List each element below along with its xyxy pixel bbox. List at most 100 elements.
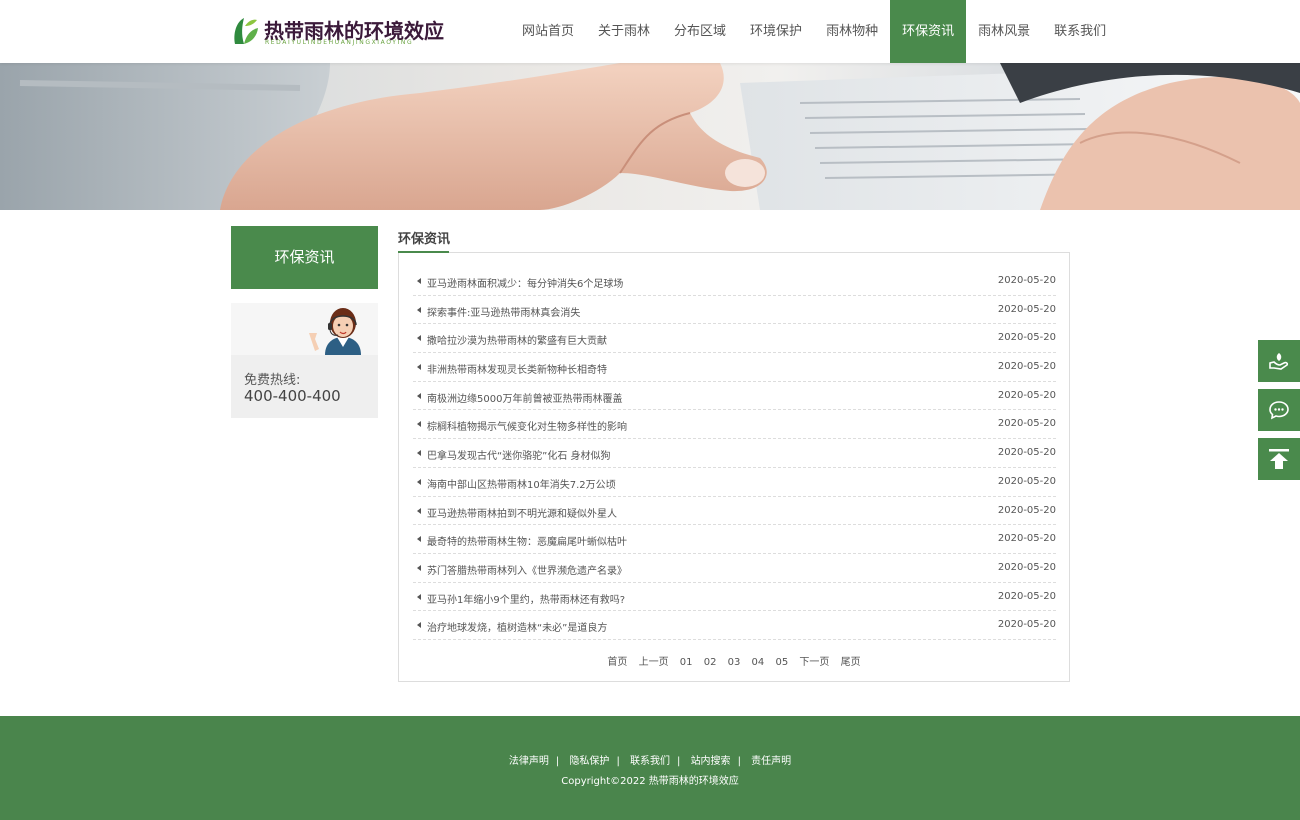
triangle-left-icon — [417, 421, 421, 428]
list-item[interactable]: 海南中部山区热带雨林10年消失7.2万公顷 2020-05-20 — [413, 468, 1056, 497]
news-date: 2020-05-20 — [997, 275, 1056, 286]
logo-subtitle: REDAIYULINDEHUANJINGXIAOYING — [265, 39, 414, 46]
nav-item-distribution[interactable]: 分布区域 — [662, 0, 738, 63]
banner-hand-image — [0, 63, 1300, 210]
triangle-left-icon — [417, 478, 421, 485]
triangle-left-icon — [417, 564, 421, 571]
news-title[interactable]: 亚马孙1年缩小9个里约，热带雨林还有救吗? — [427, 591, 625, 606]
pager-page-5[interactable]: 05 — [775, 657, 788, 668]
list-item[interactable]: 治疗地球发烧，植树造林“未必”是道良方 2020-05-20 — [413, 611, 1056, 640]
news-date: 2020-05-20 — [997, 332, 1056, 344]
main-nav: 网站首页 关于雨林 分布区域 环境保护 雨林物种 环保资讯 雨林风景 联系我们 — [510, 0, 1118, 63]
logo-leaf-icon — [234, 18, 258, 44]
news-date: 2020-05-20 — [997, 303, 1056, 315]
list-item[interactable]: 棕榈科植物揭示气候变化对生物多样性的影响 2020-05-20 — [413, 410, 1056, 440]
footer-separator: | — [737, 756, 741, 767]
customer-service-agent-icon — [309, 308, 361, 355]
footer-separator: | — [677, 756, 681, 767]
list-item[interactable]: 撒哈拉沙漠为热带雨林的繁盛有巨大贡献 2020-05-20 — [413, 324, 1056, 354]
news-title[interactable]: 巴拿马发现古代“迷你骆驼”化石 身材似狗 — [427, 447, 611, 462]
pager-page-2[interactable]: 02 — [704, 657, 717, 668]
news-title[interactable]: 非洲热带雨林发现灵长类新物种长相奇特 — [427, 361, 607, 376]
copyright: Copyright©2022 热带雨林的环境效应 — [561, 776, 739, 787]
nav-item-news[interactable]: 环保资讯 — [890, 0, 967, 63]
pager-last[interactable]: 尾页 — [841, 653, 861, 668]
footer-link-search[interactable]: 站内搜索 — [691, 756, 731, 767]
footer-link-disclaimer[interactable]: 责任声明 — [751, 756, 791, 767]
nav-item-contact[interactable]: 联系我们 — [1042, 0, 1118, 63]
hotline-number: 400-400-400 — [244, 387, 341, 405]
hotline-label: 免费热线: — [244, 373, 301, 388]
news-title[interactable]: 亚马逊雨林面积减少：每分钟消失6个足球场 — [427, 275, 623, 290]
news-list: 亚马逊雨林面积减少：每分钟消失6个足球场 2020-05-20 探索事件:亚马逊热… — [413, 267, 1056, 640]
news-title[interactable]: 苏门答腊热带雨林列入《世界濒危遗产名录》 — [427, 562, 627, 577]
site-header: 热带雨林的环境效应 REDAIYULINDEHUANJINGXIAOYING 网… — [0, 0, 1300, 63]
footer-links: 法律声明 | 隐私保护 | 联系我们 | 站内搜索 | 责任声明 — [0, 752, 1300, 767]
float-chat-button[interactable] — [1258, 389, 1300, 431]
news-title[interactable]: 亚马逊热带雨林拍到不明光源和疑似外星人 — [427, 505, 617, 520]
news-date: 2020-05-20 — [997, 361, 1056, 373]
news-date: 2020-05-20 — [997, 619, 1056, 631]
list-item[interactable]: 亚马孙1年缩小9个里约，热带雨林还有救吗? 2020-05-20 — [413, 583, 1056, 612]
list-item[interactable]: 非洲热带雨林发现灵长类新物种长相奇特 2020-05-20 — [413, 353, 1056, 382]
news-date: 2020-05-20 — [997, 590, 1056, 602]
footer-link-contact[interactable]: 联系我们 — [630, 756, 670, 767]
triangle-left-icon — [417, 536, 421, 543]
nav-item-scenery[interactable]: 雨林风景 — [966, 0, 1042, 63]
nav-item-home[interactable]: 网站首页 — [510, 0, 586, 63]
footer-link-privacy[interactable]: 隐私保护 — [569, 756, 609, 767]
float-service-button[interactable] — [1258, 340, 1300, 382]
news-date: 2020-05-20 — [997, 504, 1056, 516]
list-item[interactable]: 苏门答腊热带雨林列入《世界濒危遗产名录》 2020-05-20 — [413, 554, 1056, 583]
heading-underline — [398, 251, 449, 253]
list-item[interactable]: 南极洲边缘5000万年前曾被亚热带雨林覆盖 2020-05-20 — [413, 382, 1056, 411]
triangle-left-icon — [417, 364, 421, 371]
sidebar-contact-box: 免费热线: 400-400-400 — [231, 303, 378, 418]
site-logo[interactable]: 热带雨林的环境效应 REDAIYULINDEHUANJINGXIAOYING — [232, 14, 444, 48]
list-item[interactable]: 探索事件:亚马逊热带雨林真会消失 2020-05-20 — [413, 296, 1056, 325]
news-title[interactable]: 棕榈科植物揭示气候变化对生物多样性的影响 — [427, 418, 627, 433]
triangle-left-icon — [417, 278, 421, 284]
pager-prev[interactable]: 上一页 — [639, 653, 669, 668]
news-title[interactable]: 南极洲边缘5000万年前曾被亚热带雨林覆盖 — [427, 390, 622, 405]
leaf-hand-icon — [1269, 353, 1289, 370]
news-date: 2020-05-20 — [997, 475, 1056, 487]
nav-item-species[interactable]: 雨林物种 — [814, 0, 890, 63]
triangle-left-icon — [417, 306, 421, 313]
pager-first[interactable]: 首页 — [607, 653, 627, 668]
news-date: 2020-05-20 — [997, 389, 1056, 401]
list-item[interactable]: 亚马逊热带雨林拍到不明光源和疑似外星人 2020-05-20 — [413, 497, 1056, 526]
news-title[interactable]: 治疗地球发烧，植树造林“未必”是道良方 — [427, 619, 607, 634]
content-heading: 环保资讯 — [398, 232, 451, 247]
news-date: 2020-05-20 — [997, 561, 1056, 573]
pager-page-4[interactable]: 04 — [752, 657, 765, 668]
news-list-box: 亚马逊雨林面积减少：每分钟消失6个足球场 2020-05-20 探索事件:亚马逊热… — [398, 252, 1070, 682]
news-title[interactable]: 海南中部山区热带雨林10年消失7.2万公顷 — [427, 476, 616, 491]
triangle-left-icon — [417, 593, 421, 600]
news-title[interactable]: 探索事件:亚马逊热带雨林真会消失 — [427, 304, 580, 319]
footer-link-legal[interactable]: 法律声明 — [509, 756, 549, 767]
triangle-left-icon — [417, 392, 421, 399]
hero-banner — [0, 63, 1300, 210]
footer-separator: | — [616, 756, 620, 767]
triangle-left-icon — [417, 507, 421, 514]
sidebar-title: 环保资讯 — [231, 226, 378, 289]
list-item[interactable]: 最奇特的热带雨林生物：恶魔扁尾叶蜥似枯叶 2020-05-20 — [413, 525, 1056, 554]
triangle-left-icon — [417, 335, 421, 342]
news-date: 2020-05-20 — [997, 418, 1056, 430]
footer-separator: | — [555, 756, 560, 767]
float-top-button[interactable] — [1258, 438, 1300, 480]
nav-item-protection[interactable]: 环境保护 — [738, 0, 814, 63]
pager-page-1[interactable]: 01 — [680, 657, 693, 668]
nav-item-about[interactable]: 关于雨林 — [586, 0, 662, 63]
pager-next[interactable]: 下一页 — [799, 653, 829, 668]
news-date: 2020-05-20 — [997, 533, 1056, 545]
news-title[interactable]: 撒哈拉沙漠为热带雨林的繁盛有巨大贡献 — [427, 332, 607, 347]
list-item[interactable]: 巴拿马发现古代“迷你骆驼”化石 身材似狗 2020-05-20 — [413, 439, 1056, 468]
news-title[interactable]: 最奇特的热带雨林生物：恶魔扁尾叶蜥似枯叶 — [427, 533, 627, 548]
list-item[interactable]: 亚马逊雨林面积减少：每分钟消失6个足球场 2020-05-20 — [413, 267, 1056, 296]
pager-page-3[interactable]: 03 — [728, 657, 741, 668]
news-date: 2020-05-20 — [997, 447, 1056, 459]
pagination: 首页 上一页 01 02 03 04 05 下一页 尾页 — [399, 653, 1069, 668]
chat-icon — [1269, 401, 1289, 420]
